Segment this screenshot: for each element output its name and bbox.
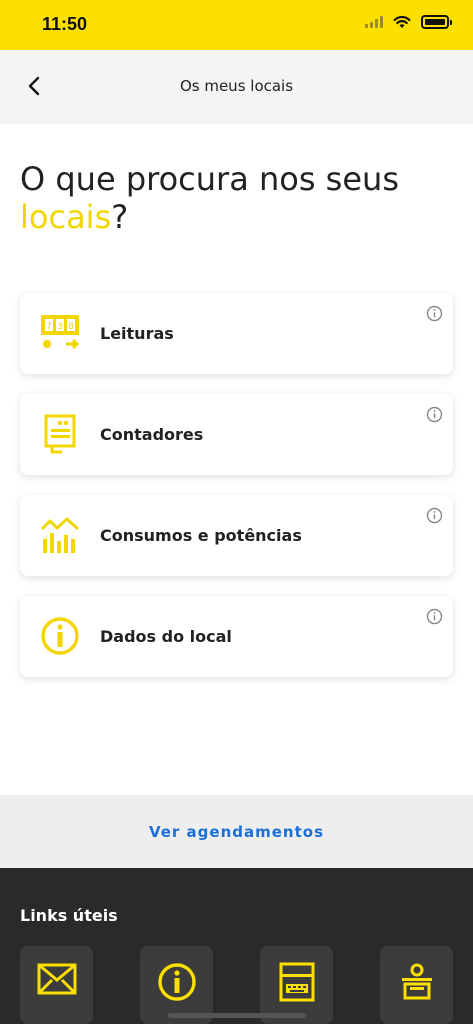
consumption-chart-icon: [40, 517, 80, 553]
meter-device-icon: [44, 414, 76, 454]
battery-icon: [421, 15, 452, 29]
envelope-icon: [37, 963, 76, 995]
svg-text:3: 3: [57, 322, 63, 332]
nav-bar: Os meus locais: [0, 50, 473, 124]
card-consumption[interactable]: Consumos e potências: [20, 495, 453, 576]
page-title: Os meus locais: [179, 77, 294, 95]
svg-text:8: 8: [68, 322, 74, 332]
wifi-icon: [393, 15, 411, 28]
card-label: Dados do local: [100, 627, 232, 646]
meter-reading-icon: 7 3 8: [41, 315, 80, 350]
card-location-data[interactable]: Dados do local: [20, 596, 453, 677]
headline: O que procura nos seus locais?: [20, 160, 460, 236]
card-readings[interactable]: 7 3 8 Leituras: [20, 293, 453, 374]
useful-links-section: Links úteis: [0, 868, 473, 1024]
keyboard-terminal-icon: [279, 962, 314, 1002]
headline-prefix: O que procura nos seus: [20, 160, 399, 198]
info-circle-icon: [41, 617, 79, 655]
card-meters[interactable]: Contadores: [20, 394, 453, 475]
signal-icon: [365, 16, 383, 28]
useful-links-title: Links úteis: [20, 906, 118, 925]
card-label: Consumos e potências: [100, 526, 302, 545]
status-bar: 11:50: [0, 0, 473, 50]
location-options: 7 3 8 Leituras Contadores Consumos e pot…: [20, 293, 453, 697]
service-desk-icon: [401, 963, 432, 1000]
info-circle-icon: [157, 963, 196, 1001]
schedules-section: Ver agendamentos: [0, 795, 473, 868]
headline-suffix: ?: [111, 198, 129, 236]
view-schedules-link[interactable]: Ver agendamentos: [0, 823, 473, 841]
link-tile-contact[interactable]: [20, 946, 93, 1024]
link-tile-service-desk[interactable]: [380, 946, 453, 1024]
status-icons: [365, 15, 452, 29]
info-icon[interactable]: [426, 608, 443, 625]
home-indicator: [168, 1013, 306, 1018]
info-icon[interactable]: [426, 406, 443, 423]
info-icon[interactable]: [426, 305, 443, 322]
card-label: Leituras: [100, 324, 174, 343]
info-icon[interactable]: [426, 507, 443, 524]
status-time: 11:50: [42, 14, 88, 34]
svg-text:7: 7: [46, 322, 52, 332]
headline-accent: locais: [20, 198, 112, 236]
card-label: Contadores: [100, 425, 204, 444]
